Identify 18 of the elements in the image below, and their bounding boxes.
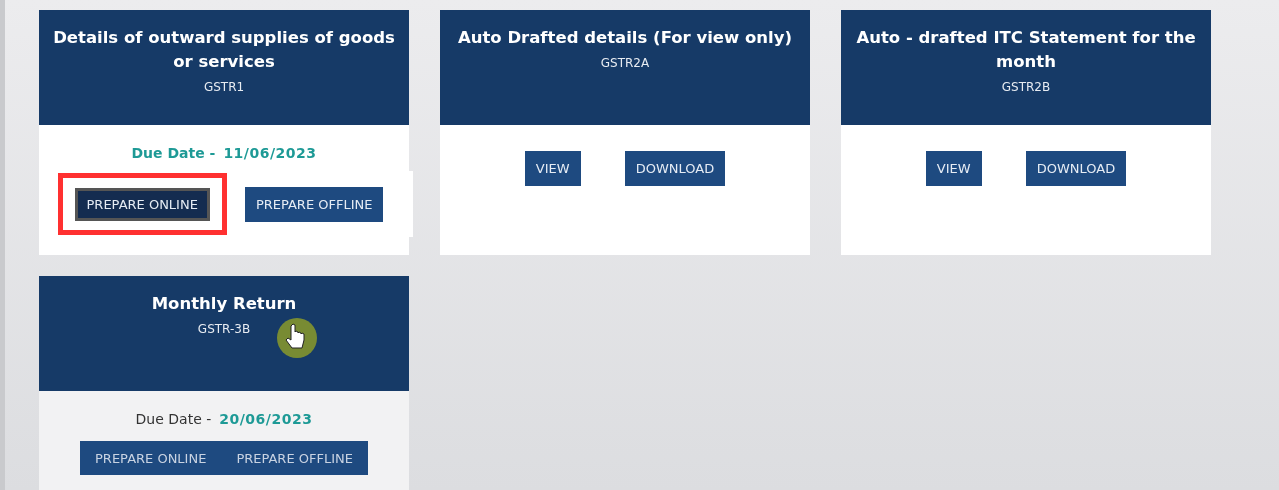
card-title: Auto - drafted ITC Statement for the month	[855, 27, 1197, 73]
action-button[interactable]: VIEW	[524, 151, 581, 186]
card-title: Auto Drafted details (For view only)	[457, 27, 793, 49]
due-date: 20/06/2023	[219, 411, 313, 427]
action-button[interactable]: VIEW	[925, 151, 982, 186]
action-button[interactable]: DOWNLOAD	[1025, 151, 1127, 186]
action-button[interactable]: PREPARE ONLINE	[74, 188, 210, 221]
due-date: 11/06/2023	[223, 145, 317, 161]
form-code: GSTR2A	[600, 56, 650, 70]
card-title: Details of outward supplies of goods or services	[52, 27, 396, 73]
due-date-label: Due Date -	[135, 411, 212, 427]
card-title: Monthly Return	[151, 293, 297, 315]
due-date-label: Due Date -	[131, 145, 216, 161]
form-code: GSTR2B	[1001, 80, 1051, 94]
form-code: GSTR1	[203, 80, 245, 94]
form-code: GSTR-3B	[197, 322, 251, 336]
action-button[interactable]: PREPARE OFFLINE	[244, 186, 384, 222]
action-button[interactable]: DOWNLOAD	[624, 151, 726, 186]
